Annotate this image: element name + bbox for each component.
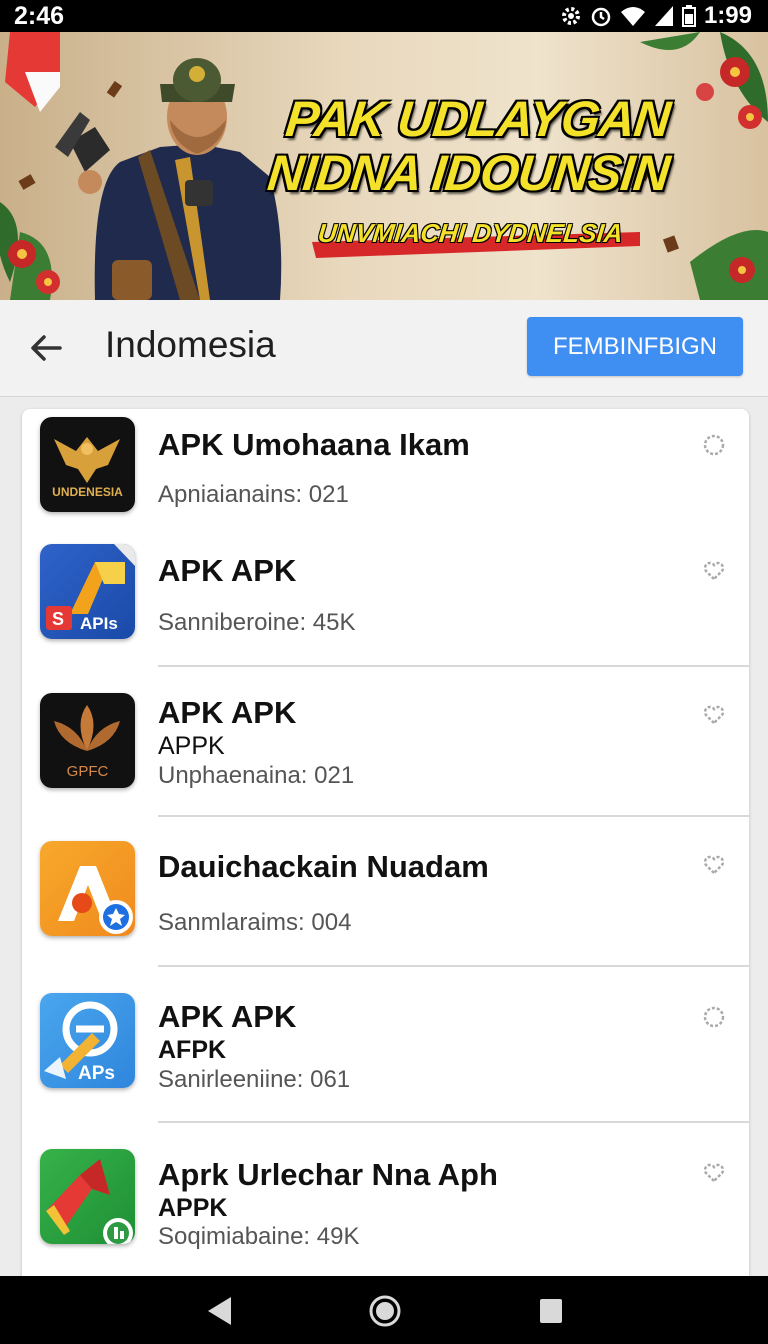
app-meta: Unphaenaina: 021	[158, 762, 355, 789]
app-meta: Sanmlaraims: 004	[158, 909, 352, 936]
app-name: Dauichackain Nuadam	[158, 849, 489, 884]
app-meta: Sanniberoine: 45K	[158, 609, 356, 636]
status-time: 2:46	[14, 2, 65, 30]
nav-back-icon[interactable]	[202, 1294, 236, 1328]
back-arrow-icon[interactable]	[26, 328, 66, 368]
man-figure	[55, 58, 282, 300]
aps-blue-icon: APs	[40, 993, 135, 1088]
navigation-bar	[0, 1276, 768, 1344]
app-name: APK APK	[158, 999, 297, 1034]
battery-icon	[681, 5, 696, 27]
app-bar: Indomesia FEMBINFBIGN	[0, 300, 768, 397]
status-bar: 2:46 1:99	[0, 0, 768, 32]
app-meta: Sanirleeniine: 061	[158, 1066, 351, 1093]
favorite-icon[interactable]	[702, 559, 726, 583]
icon-label: APs	[78, 1063, 115, 1084]
app-name: APK APK	[158, 695, 297, 730]
list-item[interactable]: Dauichackain Nuadam Sanmlaraims: 004	[22, 817, 749, 967]
banner-tagline: UNVMIACHI DYDNELSIA	[316, 218, 625, 248]
page-title: Indomesia	[105, 324, 276, 365]
icon-label: GPFC	[66, 763, 109, 780]
green-arrow-icon	[40, 1149, 135, 1244]
promo-banner[interactable]: PAK UDLAYGAN NIDNA IDOUNSIN UNVMIACHI DY…	[0, 32, 768, 300]
banner-headline-2: NIDNA IDOUNSIN	[265, 145, 672, 201]
eagle-emblem-icon: UNDENESIA	[40, 417, 135, 512]
app-subtitle: APPK	[158, 732, 225, 760]
flag-icon	[5, 32, 60, 112]
status-icons: 1:99	[560, 2, 752, 30]
list-item[interactable]: GPFC APK APK APPK Unphaenaina: 021	[22, 667, 749, 817]
app-list: UNDENESIA APK Umohaana Ikam Apniaianains…	[22, 409, 749, 1289]
download-status-icon[interactable]	[702, 1005, 726, 1029]
list-item[interactable]: Aprk Urlechar Nna Aph APPK Soqimiabaine:…	[22, 1123, 749, 1289]
icon-label: APIs	[80, 614, 118, 633]
leaf-emblem-icon: GPFC	[40, 693, 135, 788]
icon-label: UNDENESIA	[52, 485, 123, 499]
app-name: APK APK	[158, 553, 297, 588]
app-meta: Soqimiabaine: 49K	[158, 1223, 360, 1250]
app-name: APK Umohaana Ikam	[158, 427, 470, 462]
list-item[interactable]: UNDENESIA APK Umohaana Ikam Apniaianains…	[22, 409, 749, 537]
battery-text: 1:99	[703, 2, 752, 29]
nav-home-icon[interactable]	[368, 1294, 402, 1328]
nav-recents-icon[interactable]	[534, 1294, 568, 1328]
favorite-icon[interactable]	[702, 703, 726, 727]
settings-icon	[561, 7, 580, 25]
header-action-button[interactable]: FEMBINFBIGN	[527, 317, 743, 376]
orange-a-star-icon	[40, 841, 135, 936]
app-subtitle: AFPK	[158, 1036, 227, 1064]
favorite-icon[interactable]	[702, 1161, 726, 1185]
alarm-icon	[591, 7, 611, 27]
list-item[interactable]: S APIs APK APK Sanniberoine: 45K	[22, 537, 749, 667]
banner-headline-1: PAK UDLAYGAN	[283, 91, 673, 147]
signal-icon	[654, 6, 673, 26]
wifi-icon	[620, 7, 645, 26]
app-meta: Apniaianains: 021	[158, 481, 349, 508]
app-name: Aprk Urlechar Nna Aph	[158, 1157, 498, 1192]
svg-text:S: S	[52, 609, 64, 629]
favorite-icon[interactable]	[702, 853, 726, 877]
list-item[interactable]: APs APK APK AFPK Sanirleeniine: 061	[22, 967, 749, 1123]
app-subtitle: APPK	[158, 1194, 228, 1222]
download-status-icon[interactable]	[702, 433, 726, 457]
apis-logo-icon: S APIs	[40, 544, 135, 639]
